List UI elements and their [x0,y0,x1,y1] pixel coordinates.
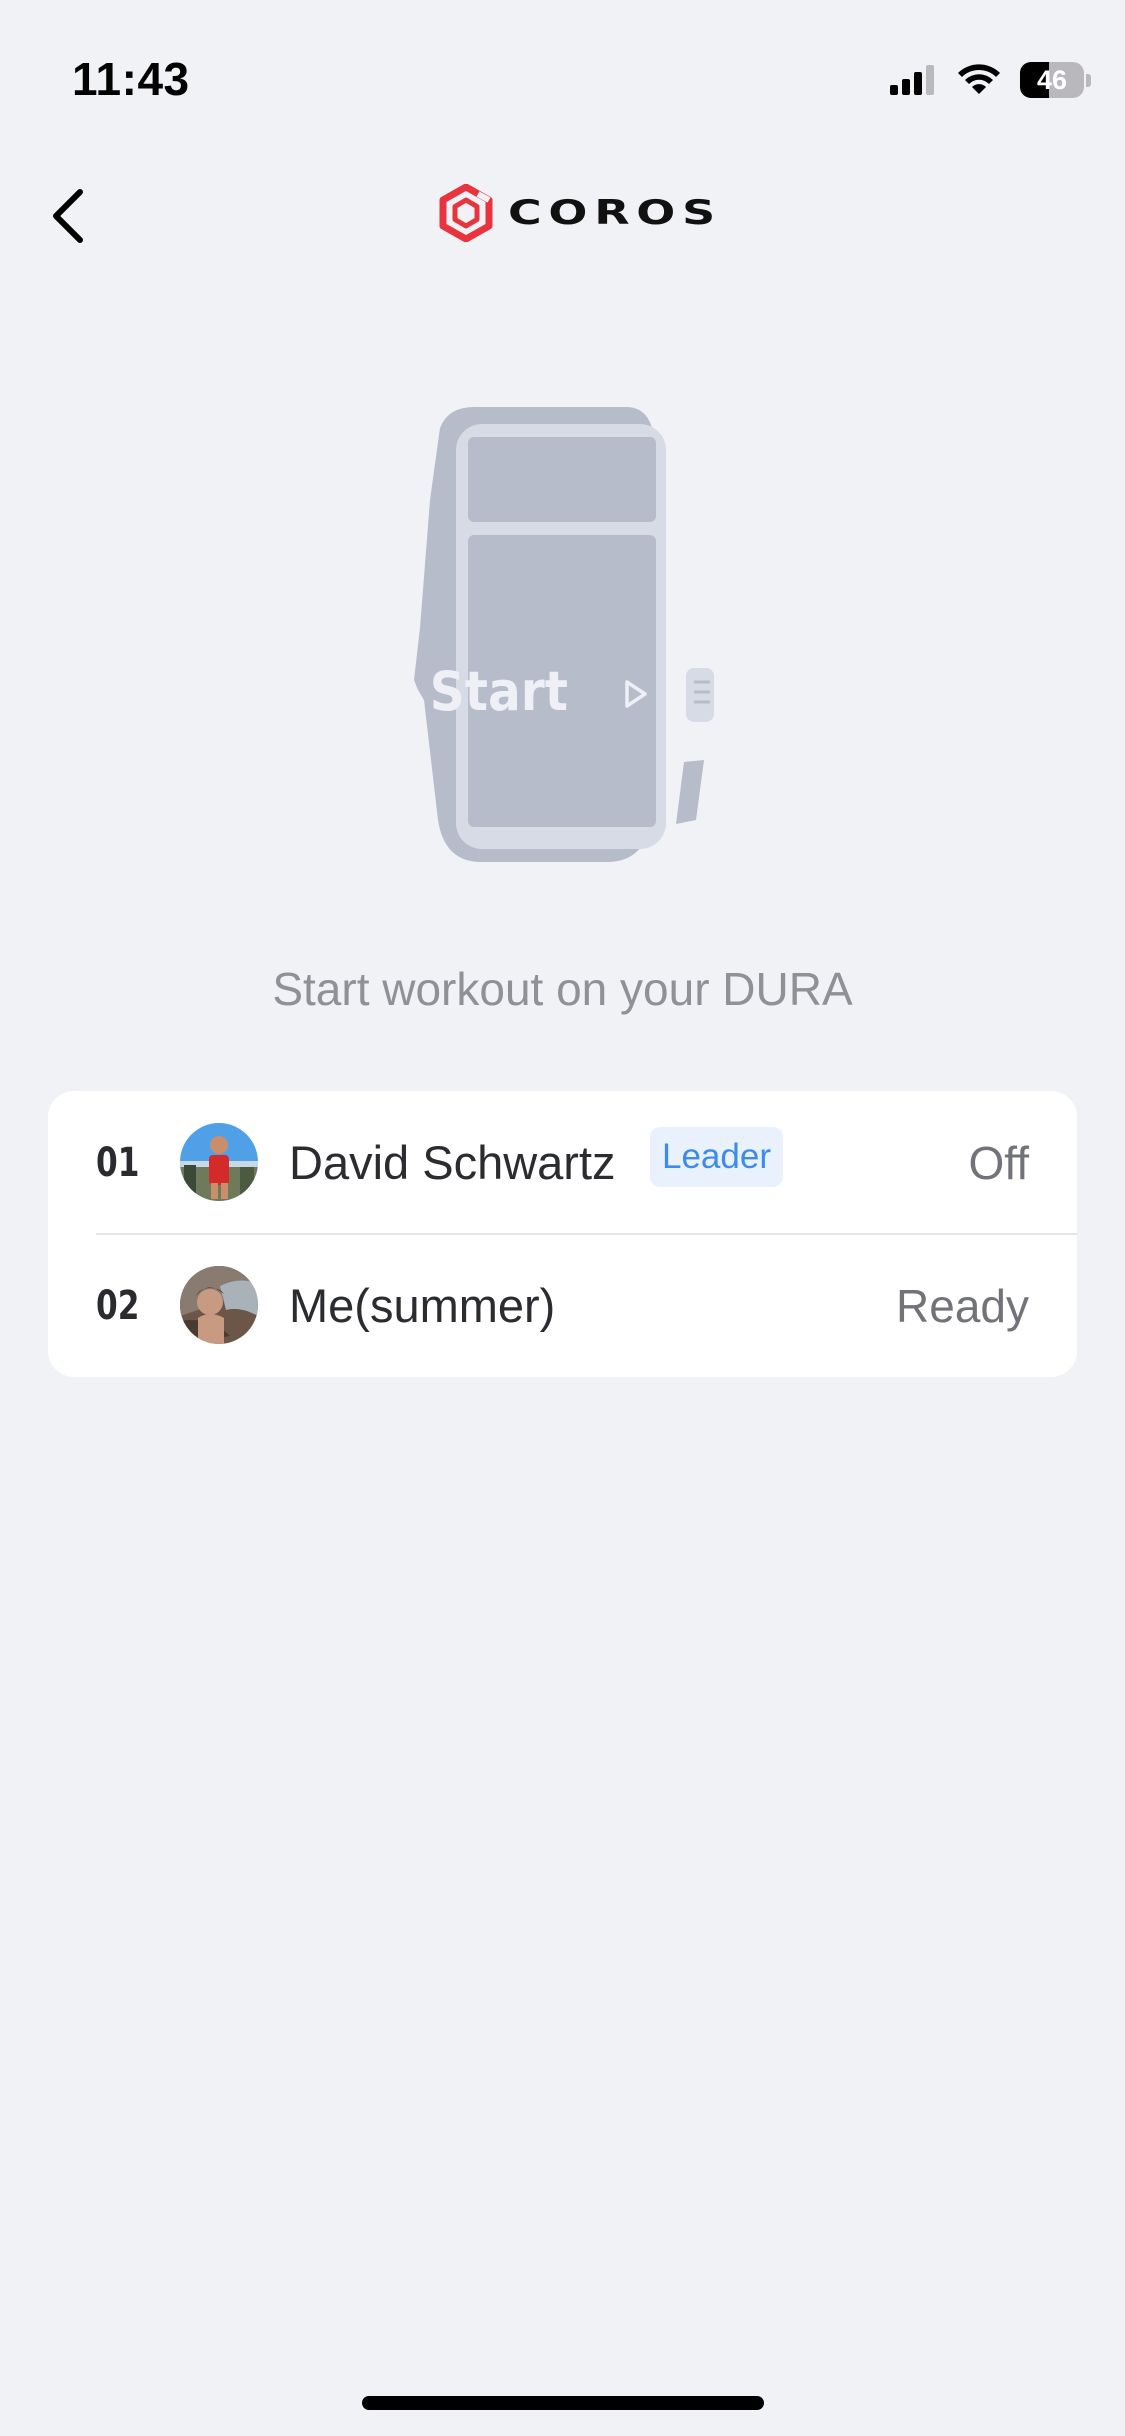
watch-illustration: Start [414,407,714,862]
wifi-icon [958,64,1000,94]
brand-logo: COROS [438,184,715,242]
coros-logo-icon [439,184,493,242]
watch-screen-label: Start [430,660,568,723]
start-workout-prompt: Start workout on your DURA [272,963,853,1015]
member-name: Me(summer) [289,1279,556,1332]
status-icons: 46 [890,60,1091,100]
chevron-left-icon [53,189,83,243]
member-index: 01 [96,1139,140,1186]
battery-cap [1086,73,1091,87]
member-status: Ready [896,1279,1029,1332]
member-status: Off [968,1136,1029,1189]
cellular-signal-icon [890,65,934,95]
brand-name: COROS [508,193,722,233]
member-row[interactable]: 02 Me(summer) Ready [48,1234,1077,1377]
battery-level: 46 [1036,64,1068,95]
home-indicator[interactable] [362,2396,764,2410]
member-name: David Schwartz [289,1136,616,1189]
status-time: 11:43 [72,53,190,105]
member-list: 01 David Schwartz Leader Off 02 Me(summe… [48,1091,1077,1377]
avatar [180,1123,258,1201]
battery-icon: 46 [1020,62,1084,98]
avatar [180,1266,258,1344]
member-row[interactable]: 01 David Schwartz Leader Off [48,1091,1077,1235]
member-index: 02 [96,1282,140,1329]
back-button[interactable] [36,176,100,256]
status-bar: 11:43 46 [0,0,1125,150]
leader-badge: Leader [650,1127,783,1187]
